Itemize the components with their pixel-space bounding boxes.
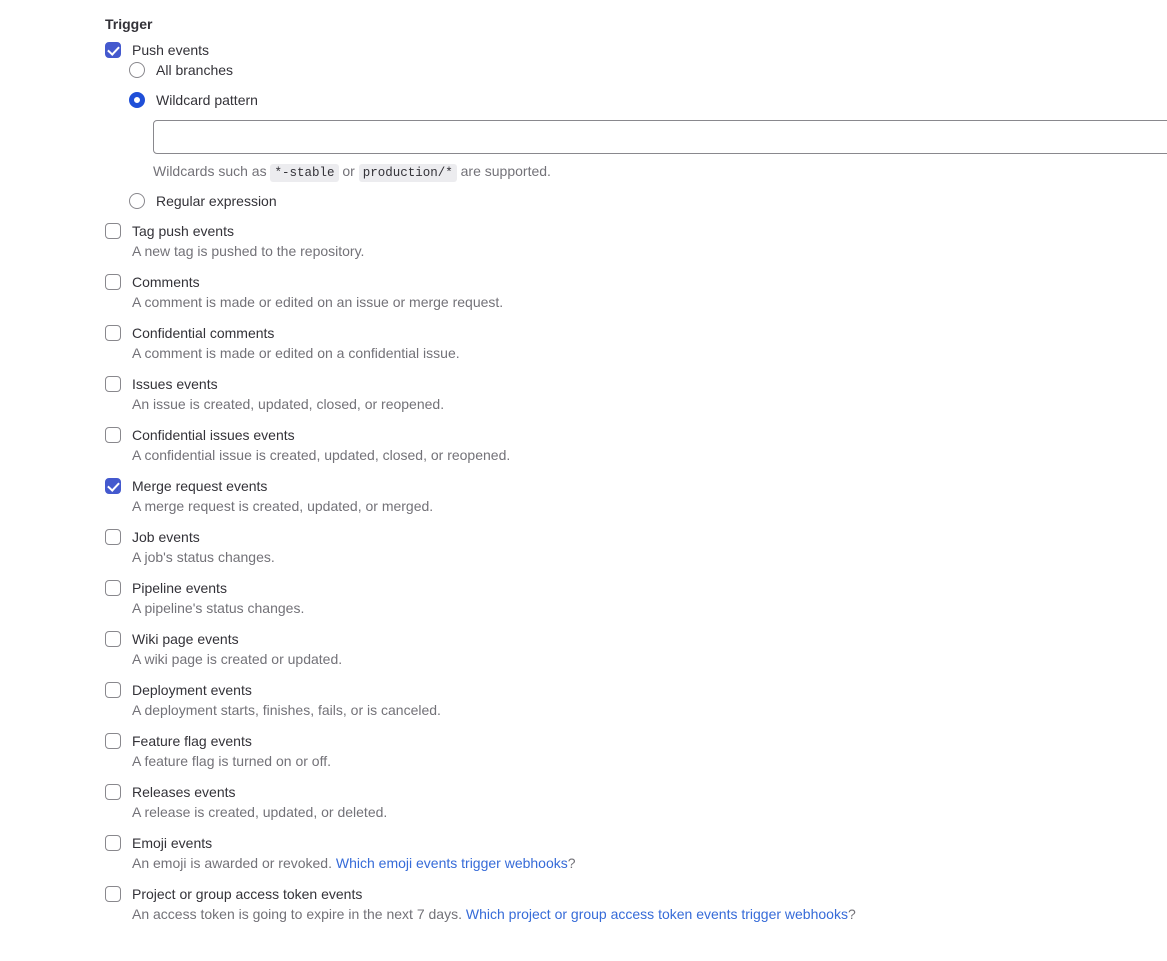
checkbox-job-events[interactable] [105,529,121,545]
checkbox-merge-request-events[interactable] [105,478,121,494]
event-row-confidential-issues-events: Confidential issues events A confidential… [105,425,1167,465]
event-description-wiki-page-events: A wiki page is created or updated. [132,649,1167,669]
event-description-project-or-group-access-token-events: An access token is going to expire in th… [132,904,1167,924]
event-label-job-events[interactable]: Job events [132,527,1167,547]
checkbox-push-events[interactable] [105,42,121,58]
event-row-issues-events: Issues events An issue is created, update… [105,374,1167,414]
event-label-comments[interactable]: Comments [132,272,1167,292]
checkbox-wiki-page-events[interactable] [105,631,121,647]
event-label-merge-request-events[interactable]: Merge request events [132,476,1167,496]
radio-row-regular-expression: Regular expression [129,191,1167,211]
radio-label-regular-expression[interactable]: Regular expression [156,191,1167,211]
checkbox-deployment-events[interactable] [105,682,121,698]
event-label-releases-events[interactable]: Releases events [132,782,1167,802]
radio-all-branches[interactable] [129,62,145,78]
event-row-job-events: Job events A job's status changes. [105,527,1167,567]
event-description-text-wiki-page-events: A wiki page is created or updated. [132,651,343,667]
checkbox-emoji-events[interactable] [105,835,121,851]
event-label-project-or-group-access-token-events[interactable]: Project or group access token events [132,884,1167,904]
event-row-pipeline-events: Pipeline events A pipeline's status chang… [105,578,1167,618]
branch-filter-group: All branches Wildcard pattern Wildcards su… [105,60,1167,211]
event-description-deployment-events: A deployment starts, finishes, fails, or… [132,700,1167,720]
checkbox-confidential-comments[interactable] [105,325,121,341]
event-label-confidential-comments[interactable]: Confidential comments [132,323,1167,343]
wildcard-help-suffix: are supported. [456,163,551,179]
page-title: Trigger [105,16,153,32]
event-description-feature-flag-events: A feature flag is turned on or off. [132,751,1167,771]
wildcard-example-chip-1: *-stable [270,164,339,182]
radio-label-wildcard-pattern[interactable]: Wildcard pattern [156,90,1167,110]
event-label-feature-flag-events[interactable]: Feature flag events [132,731,1167,751]
event-description-text-project-or-group-access-token-events: An access token is going to expire in th… [132,906,466,922]
event-description-confidential-comments: A comment is made or edited on a confide… [132,343,1167,363]
event-row-wiki-page-events: Wiki page events A wiki page is created o… [105,629,1167,669]
event-row-merge-request-events: Merge request events A merge request is c… [105,476,1167,516]
event-description-suffix-project-or-group-access-token-events: ? [847,906,856,922]
trigger-form: Trigger Push events All branches Wildcard… [105,14,1167,935]
event-label-deployment-events[interactable]: Deployment events [132,680,1167,700]
event-description-confidential-issues-events: A confidential issue is created, updated… [132,445,1167,465]
event-row-emoji-events: Emoji events An emoji is awarded or revok… [105,833,1167,873]
event-row-project-or-group-access-token-events: Project or group access token events An a… [105,884,1167,924]
event-description-merge-request-events: A merge request is created, updated, or … [132,496,1167,516]
event-description-tag-push-events: A new tag is pushed to the repository. [132,241,1167,261]
radio-row-wildcard-pattern: Wildcard pattern [129,90,1167,110]
checkbox-confidential-issues-events[interactable] [105,427,121,443]
webhook-trigger-settings-page: Trigger Push events All branches Wildcard… [0,0,1167,961]
doc-link-emoji-events[interactable]: Which emoji events trigger webhooks [336,855,568,871]
event-label-tag-push-events[interactable]: Tag push events [132,221,1167,241]
event-description-issues-events: An issue is created, updated, closed, or… [132,394,1167,414]
event-description-text-merge-request-events: A merge request is created, updated, or … [132,498,434,514]
event-checkbox-list: Tag push events A new tag is pushed to th… [105,221,1167,924]
event-description-text-emoji-events: An emoji is awarded or revoked. [132,855,336,871]
event-description-emoji-events: An emoji is awarded or revoked. Which em… [132,853,1167,873]
event-description-text-confidential-comments: A comment is made or edited on a confide… [132,345,460,361]
event-row-confidential-comments: Confidential comments A comment is made o… [105,323,1167,363]
wildcard-pattern-block: Wildcards such as *-stable or production… [153,120,1167,183]
event-description-releases-events: A release is created, updated, or delete… [132,802,1167,822]
checkbox-project-or-group-access-token-events[interactable] [105,886,121,902]
event-description-pipeline-events: A pipeline's status changes. [132,598,1167,618]
radio-regular-expression[interactable] [129,193,145,209]
event-label-emoji-events[interactable]: Emoji events [132,833,1167,853]
wildcard-example-chip-2: production/* [358,164,457,182]
event-label-wiki-page-events[interactable]: Wiki page events [132,629,1167,649]
event-description-text-job-events: A job's status changes. [132,549,275,565]
event-row-deployment-events: Deployment events A deployment starts, fi… [105,680,1167,720]
checkbox-comments[interactable] [105,274,121,290]
event-description-text-feature-flag-events: A feature flag is turned on or off. [132,753,331,769]
event-label-push-events[interactable]: Push events [132,40,1167,60]
event-description-text-pipeline-events: A pipeline's status changes. [132,600,305,616]
event-label-pipeline-events[interactable]: Pipeline events [132,578,1167,598]
event-description-job-events: A job's status changes. [132,547,1167,567]
event-row-tag-push-events: Tag push events A new tag is pushed to th… [105,221,1167,261]
checkbox-releases-events[interactable] [105,784,121,800]
checkbox-feature-flag-events[interactable] [105,733,121,749]
event-row-feature-flag-events: Feature flag events A feature flag is tur… [105,731,1167,771]
radio-row-all-branches: All branches [129,60,1167,80]
wildcard-help-prefix: Wildcards such as [153,163,271,179]
event-description-text-deployment-events: A deployment starts, finishes, fails, or… [132,702,441,718]
event-description-text-confidential-issues-events: A confidential issue is created, updated… [132,447,511,463]
event-description-suffix-emoji-events: ? [567,855,576,871]
radio-wildcard-pattern[interactable] [129,92,145,108]
event-label-issues-events[interactable]: Issues events [132,374,1167,394]
checkbox-issues-events[interactable] [105,376,121,392]
checkbox-tag-push-events[interactable] [105,223,121,239]
event-label-confidential-issues-events[interactable]: Confidential issues events [132,425,1167,445]
wildcard-help-middle: or [338,163,359,179]
event-row-releases-events: Releases events A release is created, upd… [105,782,1167,822]
wildcard-pattern-input[interactable] [153,120,1167,154]
event-description-text-releases-events: A release is created, updated, or delete… [132,804,388,820]
event-description-text-tag-push-events: A new tag is pushed to the repository. [132,243,365,259]
event-description-text-comments: A comment is made or edited on an issue … [132,294,504,310]
doc-link-project-or-group-access-token-events[interactable]: Which project or group access token even… [466,906,848,922]
checkbox-pipeline-events[interactable] [105,580,121,596]
event-description-comments: A comment is made or edited on an issue … [132,292,1167,312]
event-row-comments: Comments A comment is made or edited on a… [105,272,1167,312]
wildcard-help-text: Wildcards such as *-stable or production… [153,161,1167,183]
radio-label-all-branches[interactable]: All branches [156,60,1167,80]
event-description-text-issues-events: An issue is created, updated, closed, or… [132,396,445,412]
event-row-push-events: Push events [105,40,1167,60]
